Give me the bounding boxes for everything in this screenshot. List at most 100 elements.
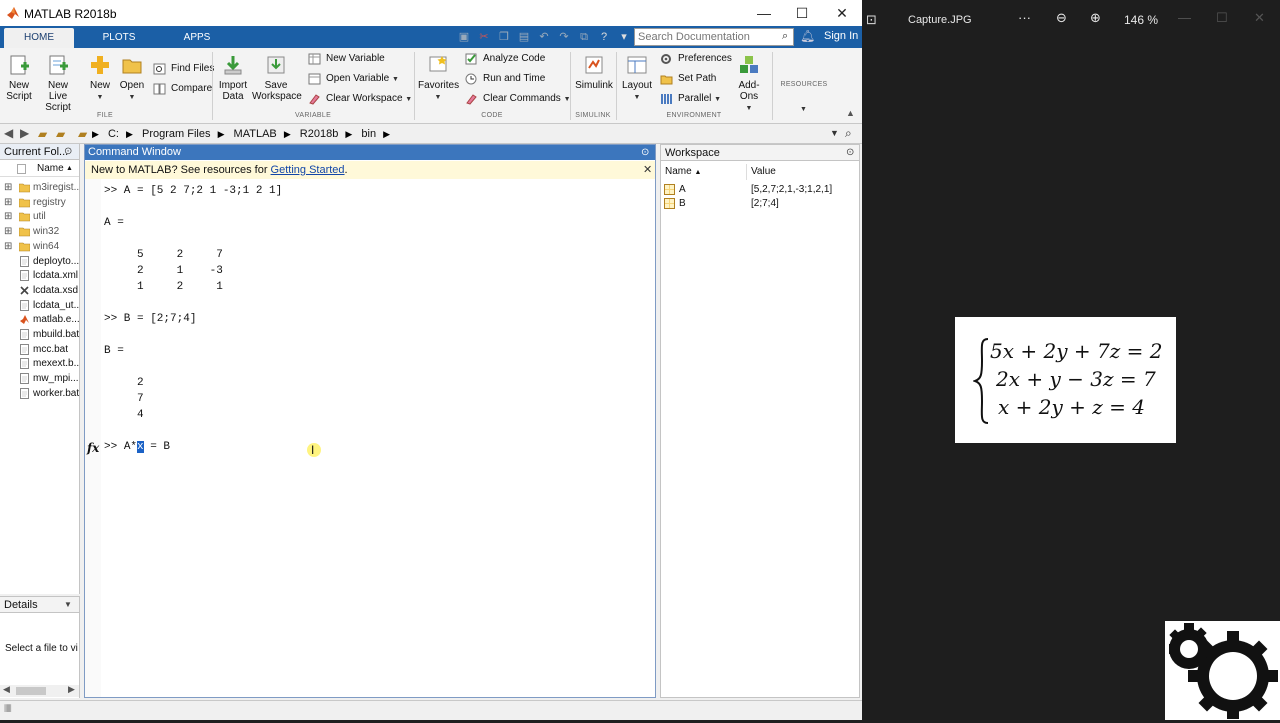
open-variable-dropdown-icon[interactable]: ▼ [392, 76, 399, 83]
panel-actions-icon[interactable]: ⊙ [64, 144, 72, 160]
viewer-minimize-button[interactable]: — [1178, 10, 1191, 25]
save-icon[interactable]: ▣ [456, 29, 472, 45]
preferences-button[interactable]: Preferences [660, 51, 732, 67]
run-and-time-button[interactable]: Run and Time [465, 71, 545, 87]
getting-started-link[interactable]: Getting Started [271, 164, 345, 176]
file-row[interactable]: worker.bat [0, 387, 79, 401]
sign-in-link[interactable]: Sign In [824, 30, 858, 42]
tab-apps[interactable]: APPS [162, 28, 232, 48]
scroll-thumb[interactable] [16, 687, 46, 695]
folder-row[interactable]: ⊞ win32 [0, 225, 79, 239]
file-row[interactable]: lcdata.xml [0, 269, 79, 283]
expand-folder-icon[interactable]: ⊞ [4, 196, 12, 210]
folder-row[interactable]: ⊞ win64 [0, 240, 79, 254]
expand-folder-icon[interactable]: ⊞ [4, 240, 12, 254]
new-variable-button[interactable]: New Variable [308, 51, 385, 67]
zoom-out-icon[interactable]: ⊖ [1056, 10, 1067, 26]
customize-toolbar-icon[interactable]: ▾ [616, 29, 632, 45]
file-row[interactable]: deployto... [0, 255, 79, 269]
file-row[interactable]: mbuild.bat [0, 328, 79, 342]
parallel-dropdown-icon[interactable]: ▼ [714, 96, 721, 103]
command-input-line[interactable]: >> A*x = B [104, 441, 170, 453]
forward-arrow-icon[interactable]: ▶ [20, 126, 29, 140]
resources-dropdown-icon[interactable]: ▼ [800, 106, 807, 113]
gears-icon[interactable] [1165, 621, 1280, 720]
new-script-button[interactable]: New Script [4, 54, 34, 102]
search-icon[interactable]: ⌕ [782, 30, 788, 43]
details-horizontal-scrollbar[interactable]: ◀ ▶ [0, 684, 79, 697]
redo-icon[interactable]: ↷ [556, 29, 572, 45]
file-row[interactable]: lcdata_ut... [0, 299, 80, 313]
breadcrumb-matlab[interactable]: MATLAB [234, 128, 277, 140]
clear-commands-button[interactable]: Clear Commands ▼ [465, 91, 571, 107]
import-data-button[interactable]: Import Data [216, 54, 250, 102]
switch-windows-icon[interactable]: ⧉ [576, 29, 592, 45]
tab-home[interactable]: HOME [4, 28, 74, 48]
folder-row[interactable]: ⊞ util [0, 210, 79, 224]
search-folder-icon[interactable]: ⌕ [845, 126, 852, 141]
back-arrow-icon[interactable]: ◀ [4, 126, 13, 140]
save-workspace-button[interactable]: Save Workspace [252, 54, 302, 102]
breadcrumb-r2018b[interactable]: R2018b [300, 128, 339, 140]
breadcrumb-bin[interactable]: bin [361, 128, 376, 140]
clear-workspace-dropdown-icon[interactable]: ▼ [405, 96, 412, 103]
analyze-code-button[interactable]: Analyze Code [465, 51, 545, 67]
minimize-button[interactable]: — [744, 0, 784, 26]
close-button[interactable]: ✕ [822, 0, 862, 26]
browse-folder-icon[interactable]: ▰ [56, 127, 65, 141]
add-ons-button[interactable]: Add-Ons ▼ [730, 54, 768, 114]
file-row[interactable]: mcc.bat [0, 343, 79, 357]
folder-row[interactable]: ⊞ m3iregist... [0, 181, 80, 195]
find-files-button[interactable]: Find Files [153, 61, 214, 77]
maximize-button[interactable]: ☐ [782, 0, 822, 26]
folder-row[interactable]: ⊞ registry [0, 196, 79, 210]
favorites-button[interactable]: Favorites ▼ [418, 54, 459, 103]
scroll-right-icon[interactable]: ▶ [68, 684, 75, 695]
open-variable-button[interactable]: Open Variable ▼ [308, 71, 399, 87]
expand-folder-icon[interactable]: ⊞ [4, 181, 12, 195]
parallel-button[interactable]: Parallel ▼ [660, 91, 721, 107]
file-row[interactable]: mexext.b... [0, 357, 80, 371]
compare-button[interactable]: Compare [153, 81, 212, 97]
name-column-header[interactable]: Name ▲ [0, 161, 79, 177]
cut-icon[interactable]: ✂ [476, 29, 492, 45]
variable-row[interactable]: B [2;7;4] [661, 197, 859, 211]
function-browser-fx-icon[interactable]: fx [87, 441, 99, 455]
breadcrumb-c-drive[interactable]: C: [108, 128, 119, 140]
up-folder-icon[interactable]: ▰ [38, 127, 47, 141]
simulink-button[interactable]: Simulink [574, 54, 614, 91]
help-icon[interactable]: ? [596, 29, 612, 45]
notification-bell-icon[interactable]: 🔔︎ [800, 29, 815, 43]
expand-folder-icon[interactable]: ⊞ [4, 210, 12, 224]
tab-plots[interactable]: PLOTS [84, 28, 154, 48]
details-collapse-icon[interactable]: ▼ [64, 597, 72, 613]
command-window-actions-icon[interactable]: ⊙ [641, 145, 649, 160]
address-dropdown-icon[interactable]: ▼ [830, 128, 839, 138]
file-row[interactable]: matlab.e... [0, 313, 80, 327]
more-options-button[interactable]: ··· [1018, 10, 1031, 25]
viewer-close-button[interactable]: ✕ [1254, 10, 1265, 26]
breadcrumb-program-files[interactable]: Program Files [142, 128, 210, 140]
details-header[interactable]: Details ▼ [0, 597, 79, 613]
copy-icon[interactable]: ❐ [496, 29, 512, 45]
zoom-in-icon[interactable]: ⊕ [1090, 10, 1101, 26]
set-path-button[interactable]: Set Path [660, 71, 716, 87]
variable-row[interactable]: A [5,2,7;2,1,-3;1,2,1] [661, 183, 859, 197]
collapse-ribbon-icon[interactable]: ▲ [846, 108, 855, 118]
new-live-script-button[interactable]: New Live Script [36, 54, 80, 113]
open-button[interactable]: Open ▼ [118, 54, 146, 103]
resources-group-label[interactable]: RESOURCES [776, 81, 832, 88]
new-button[interactable]: New ▼ [86, 54, 114, 103]
scroll-left-icon[interactable]: ◀ [3, 684, 10, 695]
workspace-actions-icon[interactable]: ⊙ [846, 145, 854, 161]
expand-folder-icon[interactable]: ⊞ [4, 225, 12, 239]
banner-close-icon[interactable]: ✕ [643, 161, 652, 179]
undo-icon[interactable]: ↶ [536, 29, 552, 45]
file-row[interactable]: lcdata.xsd [0, 284, 79, 298]
paste-icon[interactable]: ▤ [516, 29, 532, 45]
search-documentation-input[interactable]: Search Documentation [634, 28, 794, 46]
viewer-maximize-button[interactable]: ☐ [1216, 10, 1228, 26]
file-row[interactable]: mw_mpi... [0, 372, 79, 386]
value-column-header[interactable]: Value [749, 164, 859, 180]
clear-workspace-button[interactable]: Clear Workspace ▼ [308, 91, 412, 107]
